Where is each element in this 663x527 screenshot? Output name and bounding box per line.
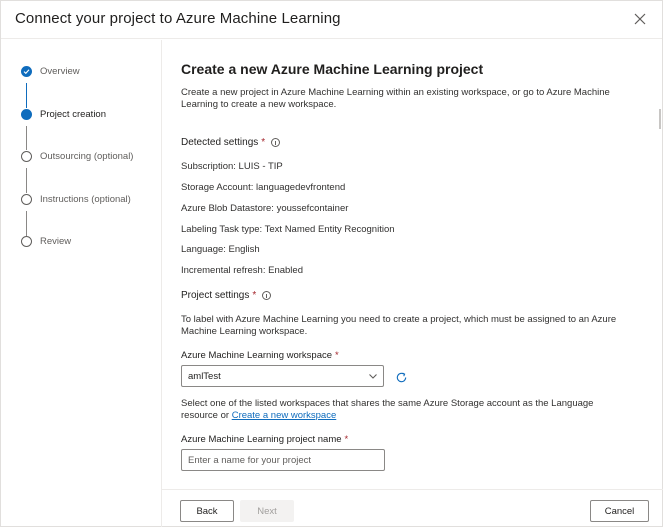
step-connector bbox=[26, 168, 27, 193]
intro-text: Create a new project in Azure Machine Le… bbox=[181, 87, 610, 110]
step-instructions[interactable]: Instructions (optional) bbox=[21, 194, 131, 205]
step-complete-icon bbox=[21, 66, 32, 77]
workspace-selected-value: amlTest bbox=[188, 371, 221, 382]
step-pending-icon bbox=[21, 194, 32, 205]
refresh-icon[interactable] bbox=[395, 371, 408, 384]
wizard-stepper: Overview Project creation Outsourcing (o… bbox=[1, 40, 162, 527]
subscription-setting: Subscription: LUIS - TIP bbox=[181, 161, 283, 172]
project-settings-label: Project settings bbox=[181, 290, 250, 301]
workspace-label: Azure Machine Learning workspace * bbox=[181, 350, 339, 361]
step-label: Instructions (optional) bbox=[40, 194, 131, 205]
project-settings-heading: Project settings * bbox=[181, 290, 272, 301]
step-connector bbox=[26, 83, 27, 108]
next-button[interactable]: Next bbox=[240, 500, 294, 522]
step-label: Outsourcing (optional) bbox=[40, 151, 134, 162]
dialog-title: Connect your project to Azure Machine Le… bbox=[15, 10, 341, 27]
step-pending-icon bbox=[21, 236, 32, 247]
workspace-label-text: Azure Machine Learning workspace bbox=[181, 350, 333, 361]
step-label: Review bbox=[40, 236, 72, 247]
step-connector bbox=[26, 211, 27, 236]
blob-setting: Azure Blob Datastore: youssefcontainer bbox=[181, 203, 349, 214]
required-mark: * bbox=[335, 350, 339, 361]
connect-dialog: Connect your project to Azure Machine Le… bbox=[0, 0, 663, 527]
detected-settings-label: Detected settings bbox=[181, 137, 259, 148]
scrollbar-thumb[interactable] bbox=[659, 109, 661, 129]
create-workspace-link[interactable]: Create a new workspace bbox=[232, 410, 337, 421]
workspace-help-text: Select one of the listed workspaces that… bbox=[181, 398, 631, 422]
step-pending-icon bbox=[21, 151, 32, 162]
dialog-header: Connect your project to Azure Machine Le… bbox=[1, 1, 662, 39]
step-review[interactable]: Review bbox=[21, 236, 71, 247]
project-name-input[interactable] bbox=[181, 449, 385, 471]
step-connector bbox=[26, 126, 27, 150]
page-title: Create a new Azure Machine Learning proj… bbox=[181, 61, 484, 77]
language-setting: Language: English bbox=[181, 244, 260, 255]
close-icon[interactable] bbox=[632, 11, 648, 27]
step-current-icon bbox=[21, 109, 32, 120]
storage-setting: Storage Account: languagedevfrontend bbox=[181, 182, 346, 193]
project-name-label: Azure Machine Learning project name * bbox=[181, 434, 348, 445]
info-icon[interactable] bbox=[271, 138, 281, 147]
back-button[interactable]: Back bbox=[180, 500, 234, 522]
chevron-down-icon bbox=[369, 374, 377, 379]
project-name-label-text: Azure Machine Learning project name bbox=[181, 434, 342, 445]
main-content: Create a new Azure Machine Learning proj… bbox=[181, 61, 631, 111]
detected-settings-heading: Detected settings * bbox=[181, 137, 281, 148]
required-mark: * bbox=[252, 290, 257, 301]
step-label: Overview bbox=[40, 66, 80, 77]
workspace-dropdown[interactable]: amlTest bbox=[181, 365, 384, 387]
incremental-refresh-setting: Incremental refresh: Enabled bbox=[181, 265, 303, 276]
cancel-button[interactable]: Cancel bbox=[590, 500, 649, 522]
step-outsourcing[interactable]: Outsourcing (optional) bbox=[21, 151, 133, 162]
step-label: Project creation bbox=[40, 109, 107, 120]
info-icon[interactable] bbox=[262, 291, 272, 300]
required-mark: * bbox=[344, 434, 349, 445]
step-project-creation[interactable]: Project creation bbox=[21, 109, 106, 120]
task-setting: Labeling Task type: Text Named Entity Re… bbox=[181, 224, 395, 235]
step-overview[interactable]: Overview bbox=[21, 66, 80, 77]
dialog-footer: Back Next Cancel bbox=[162, 489, 663, 527]
required-mark: * bbox=[261, 137, 266, 148]
project-description: To label with Azure Machine Learning you… bbox=[181, 314, 617, 337]
